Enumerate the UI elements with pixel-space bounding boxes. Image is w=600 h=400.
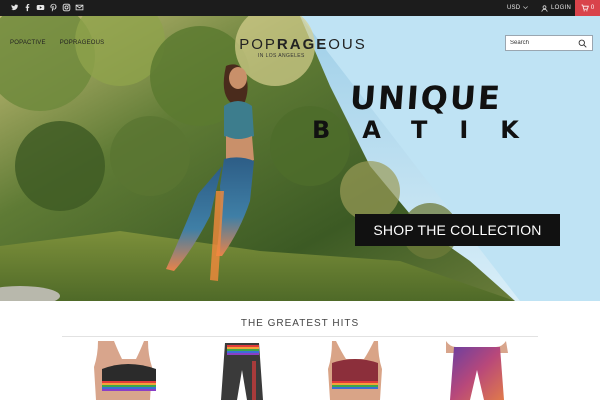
top-bar: USD LOGIN 0 xyxy=(0,0,600,16)
page: USD LOGIN 0 POPACTIVE POPRAGEOUS POPRAGE… xyxy=(0,0,600,400)
product-grid xyxy=(0,341,600,400)
login-label: LOGIN xyxy=(551,5,572,11)
cart-button[interactable]: 0 xyxy=(575,0,600,16)
logo-wordmark: POPRAGEOUS xyxy=(239,36,367,53)
search-icon[interactable] xyxy=(578,39,587,48)
chevron-down-icon[interactable] xyxy=(522,4,529,11)
logo-tagline: IN LOS ANGELES xyxy=(258,53,305,59)
youtube-icon[interactable] xyxy=(36,3,45,12)
product-card[interactable] xyxy=(318,341,392,400)
cart-count: 0 xyxy=(590,5,595,11)
shop-collection-button[interactable]: SHOP THE COLLECTION xyxy=(355,214,560,246)
product-image xyxy=(94,341,156,400)
search-box xyxy=(505,35,593,51)
mail-icon[interactable] xyxy=(75,3,84,12)
pinterest-icon[interactable] xyxy=(49,3,58,12)
product-card[interactable] xyxy=(92,341,166,400)
section-divider xyxy=(62,336,538,337)
product-card[interactable] xyxy=(205,341,279,400)
brand-logo[interactable]: POPRAGEOUS IN LOS ANGELES xyxy=(228,36,378,60)
cart-icon xyxy=(581,4,589,12)
product-image xyxy=(328,341,382,400)
main-nav: POPACTIVE POPRAGEOUS xyxy=(10,40,104,46)
product-image xyxy=(446,341,508,400)
login-link[interactable]: LOGIN xyxy=(541,3,571,13)
twitter-icon[interactable] xyxy=(10,3,19,12)
social-links xyxy=(10,3,84,13)
nav-item-poprageous[interactable]: POPRAGEOUS xyxy=(60,40,105,46)
hero-headline-line2: BATIK xyxy=(312,116,551,144)
product-card[interactable] xyxy=(440,341,514,400)
hero-banner[interactable]: POPACTIVE POPRAGEOUS POPRAGEOUS IN LOS A… xyxy=(0,16,600,301)
currency-selector[interactable]: USD xyxy=(507,4,520,12)
product-image xyxy=(221,343,263,400)
facebook-icon[interactable] xyxy=(23,3,32,12)
section-title: THE GREATEST HITS xyxy=(240,318,360,329)
nav-item-popactive[interactable]: POPACTIVE xyxy=(10,40,46,46)
hero-headline-line1: UNIQUE xyxy=(348,79,504,117)
user-icon xyxy=(541,4,548,12)
search-input[interactable] xyxy=(506,40,576,46)
instagram-icon[interactable] xyxy=(62,3,71,12)
